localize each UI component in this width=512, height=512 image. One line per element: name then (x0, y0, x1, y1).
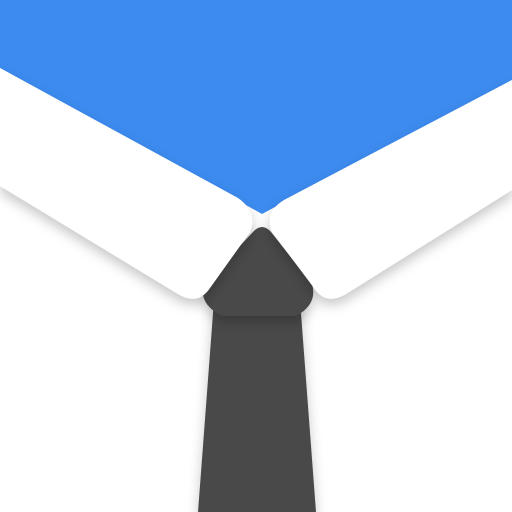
tie-blade (198, 300, 316, 512)
shirt-collar-tie-icon (0, 0, 512, 512)
app-icon (0, 0, 512, 512)
